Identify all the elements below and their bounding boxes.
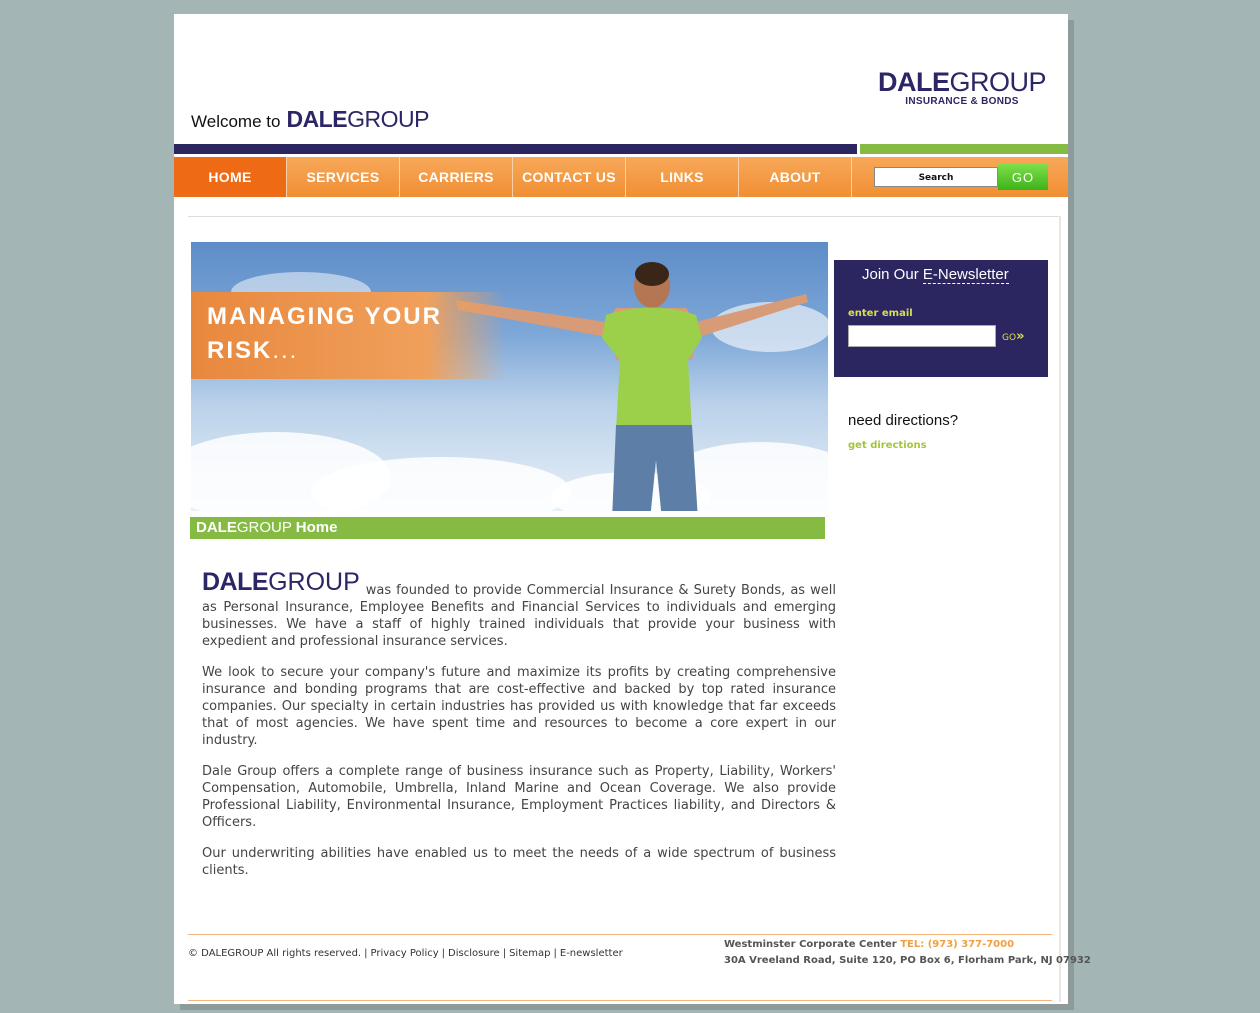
footer-divider-top: [188, 934, 1052, 935]
hero-banner: MANAGING YOUR RISK...: [191, 242, 828, 511]
footer-divider-bottom: [188, 1000, 1052, 1001]
telephone: TEL: (973) 377-7000: [900, 939, 1015, 950]
dalegroup-logo[interactable]: DALEGROUP INSURANCE & BONDS: [877, 67, 1047, 107]
nav-item-contact-us[interactable]: CONTACT US: [513, 157, 626, 197]
logo-brand-light: GROUP: [949, 67, 1046, 97]
office-name: Westminster Corporate Center: [724, 939, 897, 950]
search-input[interactable]: Search: [874, 167, 998, 187]
footer-links: © DALEGROUP All rights reserved. | Privacy…: [188, 948, 623, 959]
content-right-border: [1059, 216, 1061, 1002]
welcome-brand-light: GROUP: [347, 106, 429, 132]
header-green-bar: [860, 144, 1068, 154]
newsletter-title-link[interactable]: E-Newsletter: [922, 266, 1009, 284]
main-content: DALEGROUP was founded to provide Commerci…: [202, 570, 836, 893]
hero-ellipsis: ...: [272, 337, 299, 364]
copyright-text: © DALEGROUP All rights reserved.: [188, 948, 362, 959]
hero-line-1: MANAGING YOUR: [207, 303, 442, 330]
inline-brand-bold: DALE: [202, 568, 269, 596]
content-paragraph: DALEGROUP was founded to provide Commerci…: [202, 570, 836, 650]
nav-item-about[interactable]: ABOUT: [739, 157, 852, 197]
newsletter-title: Join Our E-Newsletter: [862, 266, 1009, 284]
hero-tagline: MANAGING YOUR RISK...: [207, 300, 442, 368]
section-title-brand-light: GROUP: [236, 519, 292, 536]
inline-brand-light: GROUP: [268, 568, 360, 596]
disclosure-link[interactable]: Disclosure: [448, 948, 500, 959]
section-title-suffix: Home: [295, 519, 338, 536]
newsletter-title-prefix: Join Our: [862, 266, 919, 283]
privacy-policy-link[interactable]: Privacy Policy: [370, 948, 438, 959]
header-navy-bar: [174, 144, 857, 154]
person-illustration: [456, 262, 808, 511]
section-title-bar: DALEGROUP Home: [190, 517, 825, 539]
welcome-heading: Welcome to DALEGROUP: [191, 106, 429, 133]
nav-item-home[interactable]: HOME: [174, 157, 287, 197]
e-newsletter-link[interactable]: E-newsletter: [560, 948, 623, 959]
footer-address: Westminster Corporate Center TEL: (973) …: [724, 937, 1091, 969]
inline-brand-logo: DALEGROUP: [202, 568, 360, 596]
content-divider: [188, 216, 1060, 217]
search-go-button[interactable]: GO: [998, 164, 1048, 190]
get-directions-link[interactable]: get directions: [848, 440, 927, 451]
page-container: Welcome to DALEGROUP DALEGROUP INSURANCE …: [174, 14, 1091, 1004]
newsletter-go-button[interactable]: GO»: [1002, 329, 1024, 344]
paragraph-2: We look to secure your company's future …: [202, 665, 836, 748]
newsletter-go-label: GO: [1002, 333, 1017, 343]
chevron-right-icon: »: [1016, 329, 1025, 344]
paragraph-4: Our underwriting abilities have enabled …: [202, 846, 836, 878]
nav-item-links[interactable]: LINKS: [626, 157, 739, 197]
nav-item-services[interactable]: SERVICES: [287, 157, 400, 197]
logo-tagline: INSURANCE & BONDS: [905, 96, 1019, 107]
welcome-brand-bold: DALE: [286, 106, 348, 132]
street-address: 30A Vreeland Road, Suite 120, PO Box 6, …: [724, 955, 1091, 966]
directions-heading: need directions?: [848, 412, 959, 429]
newsletter-box: Join Our E-Newsletter enter email GO»: [834, 260, 1048, 377]
newsletter-email-input[interactable]: [848, 325, 996, 347]
sitemap-link[interactable]: Sitemap: [509, 948, 550, 959]
hero-line-2: RISK: [207, 337, 273, 364]
section-title-brand-bold: DALE: [196, 519, 237, 536]
logo-brand-bold: DALE: [877, 67, 950, 97]
nav-item-carriers[interactable]: CARRIERS: [400, 157, 513, 197]
newsletter-email-label: enter email: [848, 308, 913, 319]
paragraph-3: Dale Group offers a complete range of bu…: [202, 764, 836, 830]
welcome-prefix: Welcome to: [191, 112, 281, 131]
